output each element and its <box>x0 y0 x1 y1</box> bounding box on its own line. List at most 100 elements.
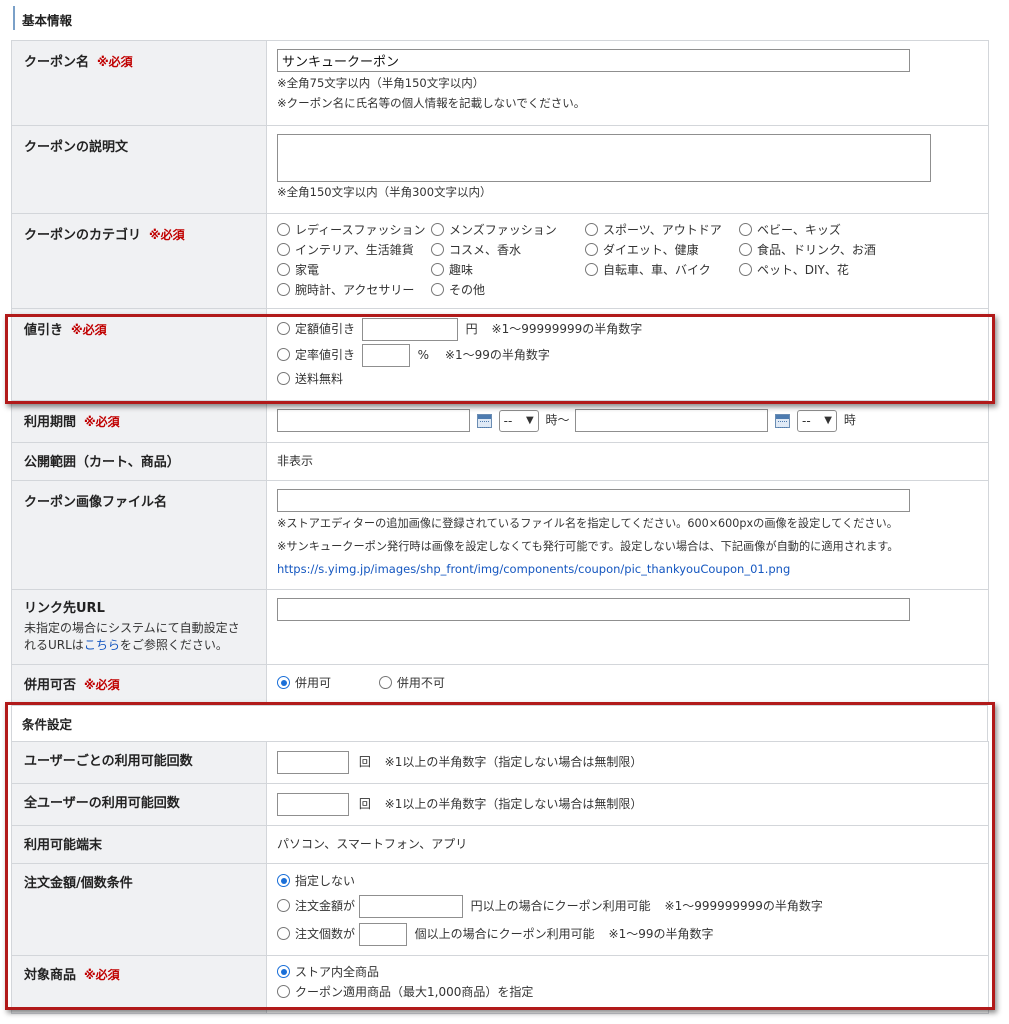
link-help-text: 未指定の場合にシステムにて自動設定さ れるURLはこちらをご参照ください。 <box>24 621 240 652</box>
radio-button[interactable] <box>431 223 444 236</box>
label-cell: 対象商品 ※必須 <box>11 955 267 1014</box>
value-cell: レディースファッション メンズファッション スポーツ、アウトドア ベビー、キッズ… <box>266 213 989 309</box>
label-cell: 公開範囲（カート、商品） <box>11 442 267 481</box>
row-combine: 併用可否 ※必須 併用可 併用不可 <box>11 664 989 704</box>
devices-value: パソコン、スマートフォン、アプリ <box>277 837 468 851</box>
row-scope: 公開範囲（カート、商品） 非表示 <box>11 442 989 481</box>
radio-button[interactable] <box>277 263 290 276</box>
label-cell: リンク先URL 未指定の場合にシステムにて自動設定さ れるURLはこちらをご参照… <box>11 589 267 665</box>
discount-rate-input[interactable] <box>361 344 410 367</box>
field-label: 併用可否 <box>24 678 77 693</box>
field-label: 対象商品 <box>24 968 77 983</box>
description-note: ※全角150文字以内（半角300文字以内） <box>277 185 492 199</box>
radio-button[interactable] <box>585 263 598 276</box>
order-amount-input[interactable] <box>358 895 463 918</box>
radio-button[interactable] <box>431 263 444 276</box>
discount-shipping-line: 送料無料 <box>277 368 978 390</box>
required-mark: ※必須 <box>84 415 120 429</box>
link-url-input[interactable] <box>277 598 910 621</box>
required-mark: ※必須 <box>84 968 120 982</box>
label-cell: 全ユーザーの利用可能回数 <box>11 783 267 826</box>
all-users-limit-input[interactable] <box>277 793 349 816</box>
category-option[interactable]: ペット、DIY、花 <box>739 261 899 279</box>
category-option[interactable]: 食品、ドリンク、お酒 <box>739 241 899 259</box>
radio-button[interactable] <box>277 243 290 256</box>
required-mark: ※必須 <box>149 228 185 242</box>
label-cell: クーポンのカテゴリ ※必須 <box>11 213 267 309</box>
coupon-name-input[interactable] <box>277 49 910 72</box>
category-option[interactable]: スポーツ、アウトドア <box>585 221 739 239</box>
combine-yes-radio[interactable] <box>277 676 290 689</box>
discount-fixed-radio[interactable] <box>277 322 290 335</box>
value-cell: パソコン、スマートフォン、アプリ <box>266 825 989 864</box>
radio-button[interactable] <box>431 243 444 256</box>
combine-no-option[interactable]: 併用不可 <box>378 676 445 690</box>
basic-info-form: クーポン名 ※必須 ※全角75文字以内（半角150文字以内） ※クーポン名に氏名等… <box>11 40 989 704</box>
description-textarea[interactable] <box>277 134 931 182</box>
radio-button[interactable] <box>739 263 752 276</box>
per-user-limit-input[interactable] <box>277 751 349 774</box>
value-cell: 回 ※1以上の半角数字（指定しない場合は無制限） <box>266 741 989 784</box>
category-option[interactable]: 家電 <box>277 261 431 279</box>
image-file-input[interactable] <box>277 489 910 512</box>
field-label: 利用期間 <box>24 415 77 430</box>
radio-button[interactable] <box>585 243 598 256</box>
calendar-icon[interactable] <box>775 413 791 428</box>
discount-fixed-input[interactable] <box>361 318 458 341</box>
category-option[interactable]: 自転車、車、バイク <box>585 261 739 279</box>
value-cell: -- ▼ 時～ -- ▼ 時 <box>266 400 989 443</box>
order-none-radio[interactable] <box>277 874 290 887</box>
target-specific-line: クーポン適用商品（最大1,000商品）を指定 <box>277 982 978 1002</box>
label-cell: ユーザーごとの利用可能回数 <box>11 741 267 784</box>
radio-button[interactable] <box>277 283 290 296</box>
category-option[interactable]: メンズファッション <box>431 221 585 239</box>
image-note-editor: ※ストアエディターの追加画像に登録されているファイル名を指定してください。600… <box>277 517 898 530</box>
order-count-radio[interactable] <box>277 927 290 940</box>
radio-button[interactable] <box>585 223 598 236</box>
radio-button[interactable] <box>739 223 752 236</box>
category-option[interactable]: ダイエット、健康 <box>585 241 739 259</box>
row-image-file: クーポン画像ファイル名 ※ストアエディターの追加画像に登録されているファイル名を… <box>11 480 989 590</box>
category-option[interactable]: コスメ、香水 <box>431 241 585 259</box>
row-link-url: リンク先URL 未指定の場合にシステムにて自動設定さ れるURLはこちらをご参照… <box>11 589 989 665</box>
order-count-input[interactable] <box>358 923 407 946</box>
field-label: クーポン画像ファイル名 <box>24 495 168 510</box>
radio-button[interactable] <box>739 243 752 256</box>
help-link[interactable]: こちら <box>84 638 120 652</box>
discount-rate-line: 定率値引き % ※1～99の半角数字 <box>277 344 978 367</box>
chevron-down-icon: ▼ <box>824 414 832 426</box>
target-specific-radio[interactable] <box>277 985 290 998</box>
discount-rate-radio[interactable] <box>277 348 290 361</box>
category-option[interactable]: インテリア、生活雑貨 <box>277 241 431 259</box>
field-label: 値引き <box>24 323 64 338</box>
row-target-products: 対象商品 ※必須 ストア内全商品 クーポン適用商品（最大1,000商品）を指定 <box>11 955 989 1014</box>
field-label: 公開範囲（カート、商品） <box>24 455 180 470</box>
order-amount-radio[interactable] <box>277 899 290 912</box>
period-end-date-input[interactable] <box>575 409 769 432</box>
section-heading-basic: 基本情報 <box>22 13 73 28</box>
category-option[interactable]: 腕時計、アクセサリー <box>277 281 431 299</box>
row-period: 利用期間 ※必須 -- ▼ 時～ -- ▼ 時 <box>11 400 989 443</box>
radio-button[interactable] <box>277 223 290 236</box>
value-cell: 非表示 <box>266 442 989 481</box>
label-cell: クーポンの説明文 <box>11 125 267 214</box>
period-start-hour-select[interactable]: -- ▼ <box>498 409 539 432</box>
category-option[interactable]: レディースファッション <box>277 221 431 239</box>
category-option[interactable]: その他 <box>431 281 585 299</box>
target-all-radio[interactable] <box>277 965 290 978</box>
calendar-icon[interactable] <box>476 413 492 428</box>
field-label: クーポンのカテゴリ <box>24 228 142 243</box>
period-start-date-input[interactable] <box>277 409 470 432</box>
default-image-url: https://s.yimg.jp/images/shp_front/img/c… <box>277 562 791 576</box>
coupon-name-note-privacy: ※クーポン名に氏名等の個人情報を記載しないでください。 <box>277 96 586 110</box>
combine-no-radio[interactable] <box>378 676 392 689</box>
category-option[interactable]: 趣味 <box>431 261 585 279</box>
free-shipping-radio[interactable] <box>277 372 290 385</box>
period-end-hour-select[interactable]: -- ▼ <box>796 409 837 432</box>
radio-button[interactable] <box>431 283 444 296</box>
value-cell: 定額値引き 円 ※1～99999999の半角数字 定率値引き % ※1～99の半… <box>266 308 989 401</box>
combine-yes-option[interactable]: 併用可 <box>277 676 331 690</box>
category-option[interactable]: ベビー、キッズ <box>739 221 899 239</box>
chevron-down-icon: ▼ <box>525 414 534 426</box>
row-order-condition: 注文金額/個数条件 指定しない 注文金額が 円以上の場合にクーポン利用可能 ※1… <box>11 863 989 956</box>
